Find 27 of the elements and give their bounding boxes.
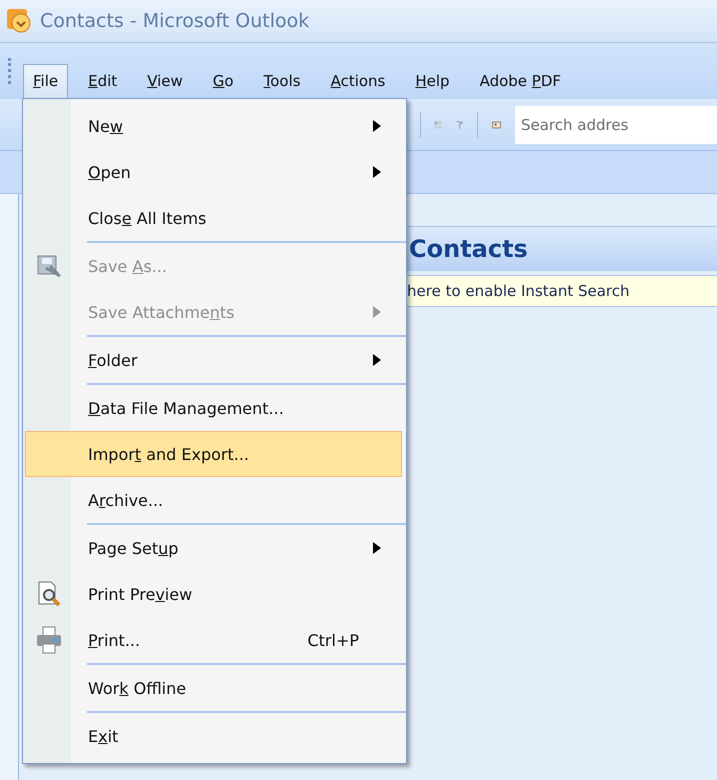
window-title: Contacts - Microsoft Outlook: [40, 10, 310, 32]
menu-title[interactable]: File: [23, 64, 68, 99]
menu-item[interactable]: Print Preview: [25, 571, 402, 617]
menu-title[interactable]: Edit: [78, 64, 128, 99]
menu-item[interactable]: Print... Ctrl+P: [25, 617, 402, 663]
print-preview-icon: [36, 580, 62, 608]
menu-item[interactable]: New: [25, 103, 402, 149]
menu-item[interactable]: Work Offline: [25, 665, 402, 711]
menu-title[interactable]: Tools: [254, 64, 311, 99]
menu-item[interactable]: Page Setup: [25, 525, 402, 571]
menu-item[interactable]: Close All Items: [25, 195, 402, 241]
outlook-logo-icon: [6, 8, 32, 34]
menu-item[interactable]: Archive...: [25, 477, 402, 523]
shortcut-label: Ctrl+P: [307, 630, 359, 650]
menu-title[interactable]: View: [137, 64, 193, 99]
menu-item[interactable]: Data File Management...: [25, 385, 402, 431]
menu-title[interactable]: Go: [202, 64, 244, 99]
printer-icon: [34, 625, 64, 655]
menu-title[interactable]: Actions: [320, 64, 396, 99]
menu-item[interactable]: Exit: [25, 713, 402, 759]
save-icon: [36, 254, 62, 278]
menu-title[interactable]: Help: [405, 64, 460, 99]
search-field[interactable]: Search addres: [514, 106, 717, 144]
menu-item[interactable]: Import and Export...: [25, 431, 402, 477]
folder-title: Contacts: [409, 235, 528, 263]
menu-title[interactable]: Adobe PDF: [470, 64, 572, 99]
menu-item[interactable]: Folder: [25, 337, 402, 383]
